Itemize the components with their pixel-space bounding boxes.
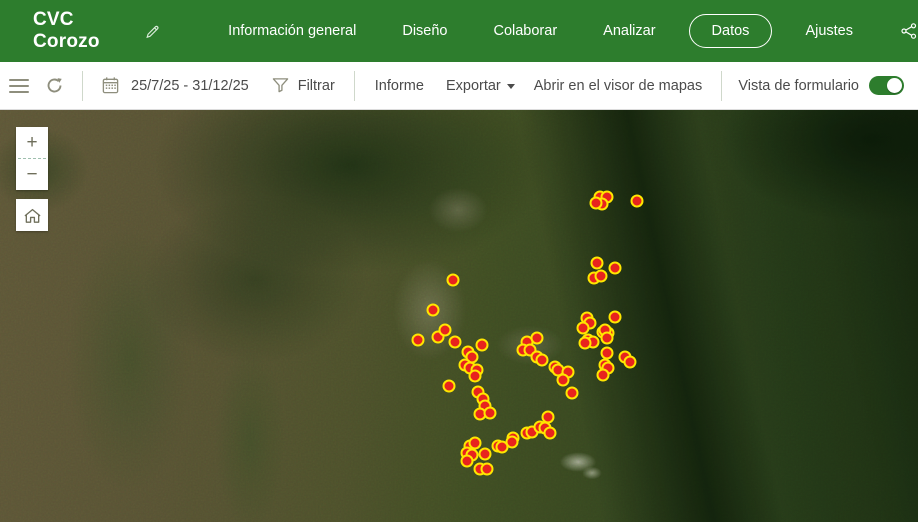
nav-colaborar[interactable]: Colaborar xyxy=(493,14,557,48)
map-marker[interactable] xyxy=(481,463,494,476)
export-dropdown[interactable]: Exportar xyxy=(446,78,515,94)
zoom-in-button[interactable]: + xyxy=(16,127,48,158)
map-marker[interactable] xyxy=(631,195,644,208)
toolbar-divider xyxy=(721,71,722,101)
export-label: Exportar xyxy=(446,78,501,94)
map-marker[interactable] xyxy=(449,336,462,349)
map-marker[interactable] xyxy=(484,407,497,420)
zoom-control: + − xyxy=(16,127,48,190)
map-marker[interactable] xyxy=(542,411,555,424)
open-map-viewer-button[interactable]: Abrir en el visor de mapas xyxy=(534,78,702,94)
title-wrap: CVC Corozo xyxy=(33,9,161,53)
form-view-toggle[interactable] xyxy=(869,76,904,95)
toolbar-divider xyxy=(82,71,83,101)
map-marker[interactable] xyxy=(479,448,492,461)
map-marker[interactable] xyxy=(601,347,614,360)
map-marker[interactable] xyxy=(412,334,425,347)
map-marker[interactable] xyxy=(427,304,440,317)
map-marker[interactable] xyxy=(506,436,519,449)
map-marker[interactable] xyxy=(536,354,549,367)
zoom-out-button[interactable]: − xyxy=(16,159,48,190)
report-button[interactable]: Informe xyxy=(375,78,424,94)
map-marker[interactable] xyxy=(624,356,637,369)
toggle-knob xyxy=(887,78,902,93)
main-nav: Información general Diseño Colaborar Ana… xyxy=(205,14,918,48)
date-range-filter[interactable]: 25/7/25 - 31/12/25 xyxy=(131,78,249,94)
calendar-icon[interactable] xyxy=(101,76,120,95)
refresh-icon[interactable] xyxy=(45,76,64,95)
map-marker[interactable] xyxy=(597,369,610,382)
map-marker[interactable] xyxy=(531,332,544,345)
menu-icon[interactable] xyxy=(9,75,29,97)
map-marker[interactable] xyxy=(544,427,557,440)
map-marker[interactable] xyxy=(439,324,452,337)
form-view-label: Vista de formulario xyxy=(738,78,859,94)
map-marker[interactable] xyxy=(557,374,570,387)
pencil-icon[interactable] xyxy=(144,23,161,40)
map-marker[interactable] xyxy=(461,455,474,468)
map-marker[interactable] xyxy=(566,387,579,400)
satellite-map[interactable]: + − xyxy=(0,110,918,522)
nav-ajustes[interactable]: Ajustes xyxy=(805,14,853,48)
app-header: CVC Corozo Información general Diseño Co… xyxy=(0,0,918,62)
map-marker[interactable] xyxy=(443,380,456,393)
map-marker[interactable] xyxy=(609,262,622,275)
funnel-icon[interactable] xyxy=(272,77,289,94)
map-marker[interactable] xyxy=(591,257,604,270)
map-marker[interactable] xyxy=(590,197,603,210)
map-marker[interactable] xyxy=(609,311,622,324)
nav-analizar[interactable]: Analizar xyxy=(603,14,655,48)
map-marker[interactable] xyxy=(601,332,614,345)
map-marker[interactable] xyxy=(469,370,482,383)
caret-down-icon xyxy=(507,84,515,89)
share-icon[interactable] xyxy=(900,22,918,40)
filter-button[interactable]: Filtrar xyxy=(298,78,335,94)
map-marker[interactable] xyxy=(447,274,460,287)
markers-layer xyxy=(0,110,918,522)
nav-informacion-general[interactable]: Información general xyxy=(228,14,356,48)
nav-datos-active[interactable]: Datos xyxy=(689,14,773,48)
map-marker[interactable] xyxy=(476,339,489,352)
home-icon[interactable] xyxy=(16,199,48,231)
form-view-control: Vista de formulario xyxy=(738,76,918,95)
data-toolbar: 25/7/25 - 31/12/25 Filtrar Informe Expor… xyxy=(0,62,918,110)
app-title: CVC Corozo xyxy=(33,9,129,53)
nav-diseno[interactable]: Diseño xyxy=(402,14,447,48)
map-marker[interactable] xyxy=(579,337,592,350)
map-marker[interactable] xyxy=(595,270,608,283)
toolbar-divider xyxy=(354,71,355,101)
